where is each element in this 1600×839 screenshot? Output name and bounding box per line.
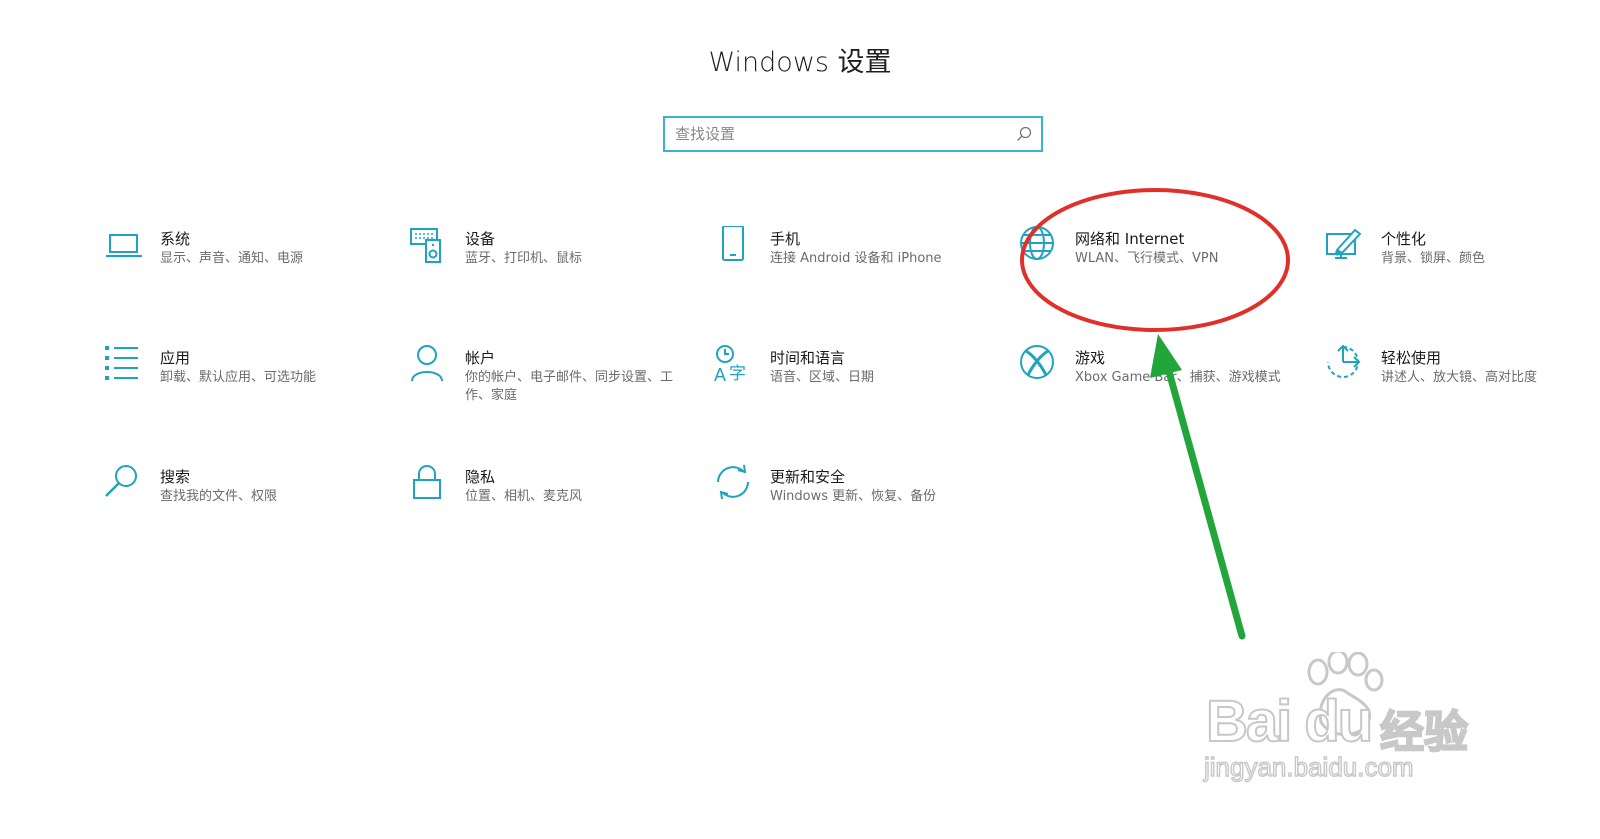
tile-apps[interactable]: 应用 卸载、默认应用、可选功能 [104, 345, 374, 415]
apps-list-icon [105, 346, 138, 380]
tile-description: Xbox Game Bar、捕获、游戏模式 [1075, 370, 1281, 385]
paint-icon [1326, 228, 1362, 259]
tile-description: 位置、相机、麦克风 [465, 489, 583, 504]
baidu-watermark: Bai du 经验 jingyan.baidu.com [1200, 652, 1490, 792]
tile-description: 卸载、默认应用、可选功能 [160, 370, 317, 385]
tile-title: 应用 [160, 349, 191, 367]
tile-network-internet[interactable]: 网络和 Internet WLAN、飞行模式、VPN [1019, 226, 1289, 296]
tile-gaming[interactable]: 游戏 Xbox Game Bar、捕获、游戏模式 [1019, 345, 1289, 415]
tile-system[interactable]: 系统 显示、声音、通知、电源 [104, 226, 374, 296]
page-title: Windows 设置 [708, 47, 892, 78]
watermark-url: jingyan.baidu.com [1203, 751, 1414, 782]
tile-title: 轻松使用 [1381, 349, 1442, 367]
search-icon [105, 465, 137, 497]
tile-update-security[interactable]: 更新和安全 Windows 更新、恢复、备份 [714, 464, 984, 534]
laptop-icon [106, 234, 142, 257]
ease-of-access-icon [1327, 345, 1361, 378]
tile-title: 个性化 [1381, 230, 1427, 248]
person-icon [411, 345, 443, 382]
tile-devices[interactable]: 设备 蓝牙、打印机、鼠标 [409, 226, 679, 296]
tile-title: 隐私 [465, 468, 496, 486]
xbox-icon [1020, 345, 1054, 379]
tile-time-language[interactable]: A 字 时间和语言 语音、区域、日期 [714, 345, 984, 415]
tile-description: 查找我的文件、权限 [160, 489, 278, 504]
tile-title: 设备 [465, 230, 496, 248]
watermark-brand-suffix: 经验 [1379, 706, 1469, 759]
globe-icon [1020, 226, 1054, 260]
svg-text:字: 字 [729, 364, 746, 384]
time-language-icon: A 字 [714, 345, 746, 385]
tile-description: 连接 Android 设备和 iPhone [770, 251, 942, 266]
tile-search[interactable]: 搜索 查找我的文件、权限 [104, 464, 374, 534]
tile-description: 讲述人、放大镜、高对比度 [1381, 370, 1538, 385]
tile-title: 系统 [160, 230, 191, 248]
tile-title: 网络和 Internet [1075, 230, 1185, 248]
tile-description: WLAN、飞行模式、VPN [1075, 251, 1219, 266]
tile-title: 帐户 [465, 349, 496, 367]
tile-phone[interactable]: 手机 连接 Android 设备和 iPhone [714, 226, 984, 296]
tile-accounts[interactable]: 帐户 你的帐户、电子邮件、同步设置、工作、家庭 [409, 345, 679, 415]
tile-description: 蓝牙、打印机、鼠标 [465, 251, 583, 266]
tile-description: 背景、锁屏、颜色 [1381, 251, 1486, 266]
tile-description: 显示、声音、通知、电源 [160, 251, 304, 266]
tile-title: 游戏 [1075, 349, 1106, 367]
tile-title: 手机 [770, 230, 801, 248]
search-magnifier-icon[interactable] [1015, 125, 1033, 143]
tile-description: Windows 更新、恢复、备份 [770, 489, 937, 504]
tile-description: 语音、区域、日期 [770, 370, 875, 385]
tile-personalization[interactable]: 个性化 背景、锁屏、颜色 [1325, 226, 1595, 296]
search-box[interactable] [663, 116, 1043, 152]
phone-icon [722, 226, 744, 261]
tile-title: 更新和安全 [770, 468, 846, 486]
svg-text:A: A [714, 365, 726, 385]
lock-icon [413, 465, 441, 499]
tile-title: 时间和语言 [770, 349, 846, 367]
tile-title: 搜索 [160, 468, 191, 486]
tile-privacy[interactable]: 隐私 位置、相机、麦克风 [409, 464, 679, 534]
search-input[interactable] [675, 118, 1005, 150]
watermark-brand: Bai du [1205, 688, 1374, 755]
tile-ease-of-access[interactable]: 轻松使用 讲述人、放大镜、高对比度 [1325, 345, 1595, 415]
devices-icon [410, 228, 441, 263]
update-icon [717, 464, 749, 500]
tile-description: 你的帐户、电子邮件、同步设置、工作、家庭 [465, 370, 674, 403]
